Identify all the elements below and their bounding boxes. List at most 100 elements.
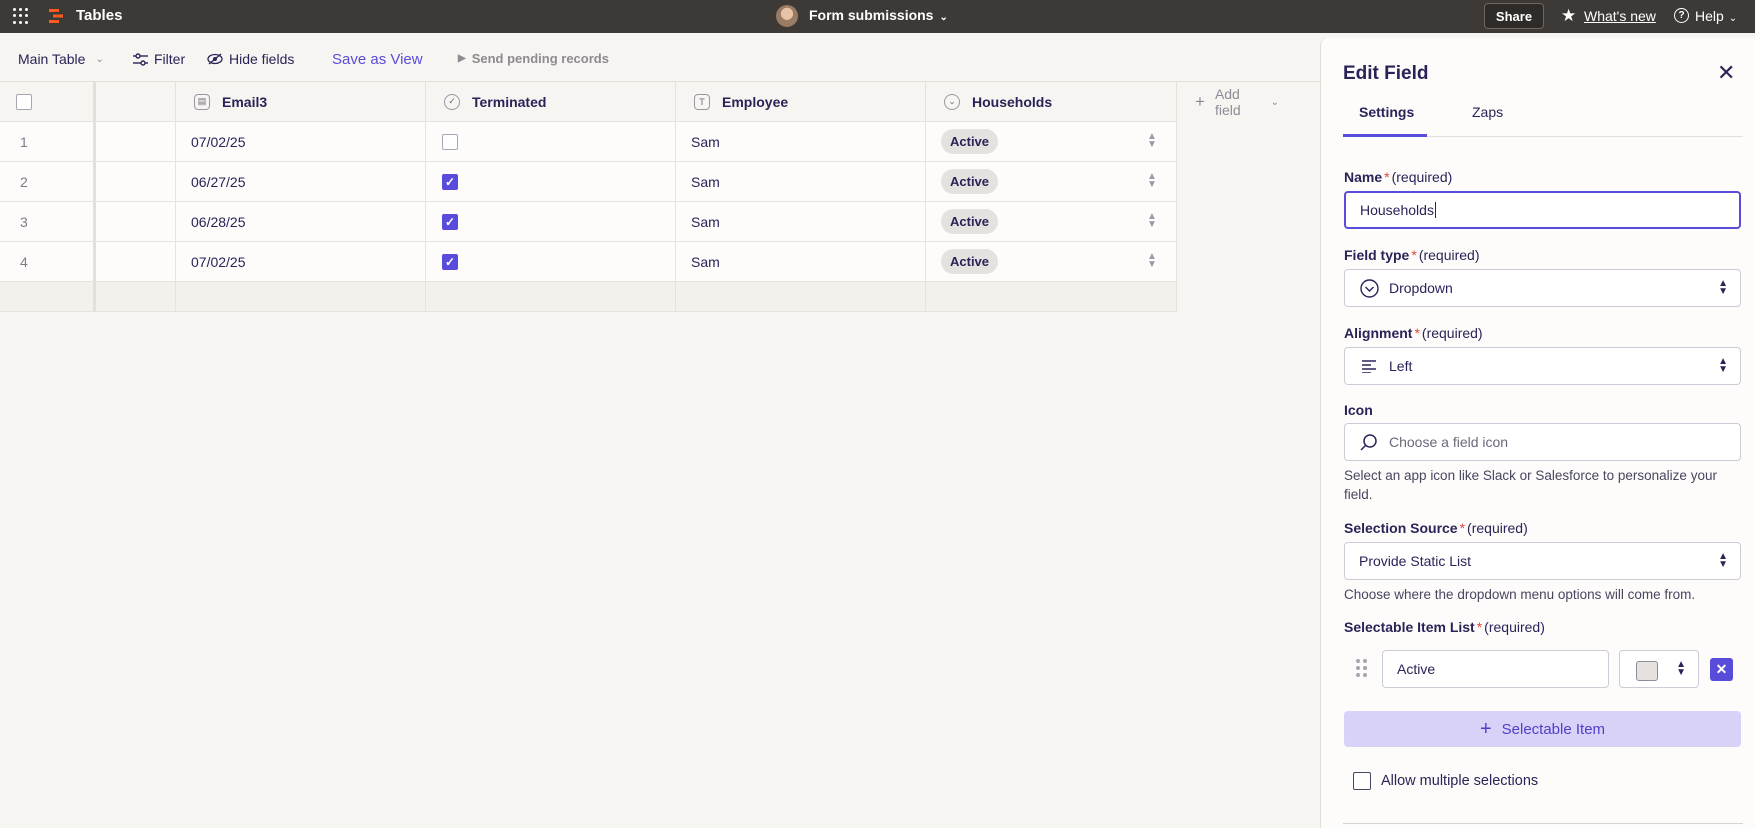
employee-cell[interactable]: Sam xyxy=(676,122,926,161)
share-button[interactable]: Share xyxy=(1484,3,1544,29)
help-menu[interactable]: Help ⌄ xyxy=(1695,8,1737,24)
add-field-button[interactable]: + Add field ⌄ xyxy=(1177,82,1279,122)
selection-source-label: Selection Source * (required) xyxy=(1344,520,1528,536)
filter-sliders-icon xyxy=(133,52,148,66)
required-asterisk: * xyxy=(1414,325,1420,341)
hide-fields-label: Hide fields xyxy=(229,51,295,67)
save-as-view-button[interactable]: Save as View xyxy=(332,51,423,68)
households-cell[interactable]: Active ▲ ▼ xyxy=(926,122,1177,161)
label-text: Field type xyxy=(1344,247,1410,263)
required-asterisk: * xyxy=(1459,520,1466,536)
field-type-select[interactable]: Dropdown ▲ ▼ xyxy=(1344,269,1741,307)
item-color-select[interactable]: ▲ ▼ xyxy=(1619,650,1699,688)
employee-cell[interactable]: Sam xyxy=(676,242,926,281)
allow-multiple-option[interactable]: Allow multiple selections xyxy=(1353,772,1538,790)
label-text: Selection Source xyxy=(1344,520,1458,536)
item-name-input[interactable]: Active xyxy=(1382,650,1609,688)
selection-source-select[interactable]: Provide Static List ▲ ▼ xyxy=(1344,542,1741,580)
email3-cell[interactable]: 06/27/25 xyxy=(176,162,426,201)
selection-source-help-text: Choose where the dropdown menu options w… xyxy=(1344,587,1696,602)
email3-cell[interactable]: 07/02/25 xyxy=(176,122,426,161)
search-icon xyxy=(1359,433,1379,451)
name-label: Name * (required) xyxy=(1344,169,1452,185)
cell-value: Sam xyxy=(691,253,720,270)
hide-fields-button[interactable]: Hide fields xyxy=(207,51,294,67)
terminated-checkbox[interactable]: ✓ xyxy=(442,173,458,190)
plus-icon: + xyxy=(1479,718,1492,740)
filter-button[interactable]: Filter xyxy=(133,51,185,67)
terminated-checkbox[interactable]: ✓ xyxy=(442,213,458,230)
close-icon[interactable]: ✕ xyxy=(1717,62,1735,84)
drag-handle-icon[interactable] xyxy=(1356,659,1367,677)
play-icon: ▶ xyxy=(458,53,466,64)
avatar[interactable] xyxy=(776,5,798,27)
name-field[interactable]: Households xyxy=(1344,191,1741,229)
column-header-households[interactable]: ⌄ Households xyxy=(926,82,1177,121)
table-row[interactable]: 2 06/27/25 ✓ Sam Active ▲ ▼ xyxy=(0,162,1177,202)
alignment-select[interactable]: Left ▲ ▼ xyxy=(1344,347,1741,385)
households-cell[interactable]: Active ▲ ▼ xyxy=(926,242,1177,281)
terminated-cell[interactable]: ✓ xyxy=(426,202,676,241)
households-cell[interactable]: Active ▲ ▼ xyxy=(926,162,1177,201)
table-title-dropdown[interactable]: Form submissions ⌄ xyxy=(809,7,948,23)
blank-header-cell xyxy=(94,82,176,121)
calendar-icon: ▤ xyxy=(194,93,210,110)
chevron-down-icon: ⌄ xyxy=(939,12,948,23)
icon-label: Icon xyxy=(1344,402,1373,418)
row-number-cell: 1 xyxy=(0,122,94,161)
blank-cell xyxy=(426,282,676,311)
field-type-label: Field type * (required) xyxy=(1344,247,1480,263)
terminated-checkbox[interactable]: ✓ xyxy=(442,253,458,270)
remove-item-button[interactable]: ✕ xyxy=(1710,658,1733,681)
cell-value: Sam xyxy=(691,173,720,190)
column-label: Employee xyxy=(722,93,789,110)
label-text: Selectable Item List xyxy=(1344,619,1475,635)
up-down-chevron-icon[interactable]: ▲ ▼ xyxy=(1146,172,1158,191)
email3-cell[interactable]: 06/28/25 xyxy=(176,202,426,241)
table-row[interactable]: 3 06/28/25 ✓ Sam Active ▲ ▼ xyxy=(0,202,1177,242)
selectable-item-row: Active ▲ ▼ ✕ xyxy=(1344,650,1744,688)
edit-field-panel: Edit Field ✕ Settings Zaps Name * (require… xyxy=(1320,38,1755,828)
terminated-cell[interactable]: ✓ xyxy=(426,162,676,201)
blank-cell xyxy=(94,282,176,311)
table-row[interactable]: 4 07/02/25 ✓ Sam Active ▲ ▼ xyxy=(0,242,1177,282)
up-down-chevron-icon[interactable]: ▲ ▼ xyxy=(1146,212,1158,231)
new-record-row[interactable] xyxy=(0,282,1177,312)
terminated-cell[interactable]: ✓ xyxy=(426,242,676,281)
table-row[interactable]: 1 07/02/25 Sam Active ▲ ▼ xyxy=(0,122,1177,162)
tab-settings[interactable]: Settings xyxy=(1343,104,1427,137)
row-number: 4 xyxy=(20,253,28,270)
status-pill: Active xyxy=(941,209,999,234)
terminated-cell[interactable] xyxy=(426,122,676,161)
frozen-column-divider[interactable] xyxy=(93,82,96,312)
select-all-checkbox[interactable] xyxy=(16,93,32,110)
tab-zaps[interactable]: Zaps xyxy=(1456,104,1519,137)
terminated-checkbox[interactable] xyxy=(442,133,458,150)
help-icon[interactable]: ? xyxy=(1674,8,1689,23)
column-header-email3[interactable]: ▤ Email3 xyxy=(176,82,426,121)
send-pending-label: Send pending records xyxy=(471,51,609,66)
up-down-chevron-icon[interactable]: ▲ ▼ xyxy=(1146,132,1158,151)
add-item-label: Selectable Item xyxy=(1501,720,1606,738)
view-selector[interactable]: Main Table ⌄ xyxy=(18,51,104,67)
label-text: Alignment xyxy=(1344,325,1413,341)
blank-cell xyxy=(0,282,94,311)
column-header-terminated[interactable]: ✓ Terminated xyxy=(426,82,676,121)
column-header-employee[interactable]: T Employee xyxy=(676,82,926,121)
apps-grid-icon[interactable] xyxy=(13,8,29,24)
up-down-chevron-icon[interactable]: ▲ ▼ xyxy=(1146,252,1158,271)
app-name[interactable]: Tables xyxy=(76,7,122,24)
employee-cell[interactable]: Sam xyxy=(676,162,926,201)
households-cell[interactable]: Active ▲ ▼ xyxy=(926,202,1177,241)
field-icon-picker[interactable]: Choose a field icon xyxy=(1344,423,1741,461)
blank-cell xyxy=(926,282,1177,311)
whats-new-link[interactable]: What's new xyxy=(1584,8,1656,24)
allow-multiple-checkbox[interactable] xyxy=(1353,772,1371,790)
row-number: 3 xyxy=(20,213,28,230)
add-selectable-item-button[interactable]: + Selectable Item xyxy=(1344,711,1741,747)
up-down-chevron-icon: ▲ ▼ xyxy=(1718,356,1728,375)
send-pending-records-button[interactable]: ▶ Send pending records xyxy=(458,51,609,66)
email3-cell[interactable]: 07/02/25 xyxy=(176,242,426,281)
status-pill: Active xyxy=(941,169,999,194)
employee-cell[interactable]: Sam xyxy=(676,202,926,241)
